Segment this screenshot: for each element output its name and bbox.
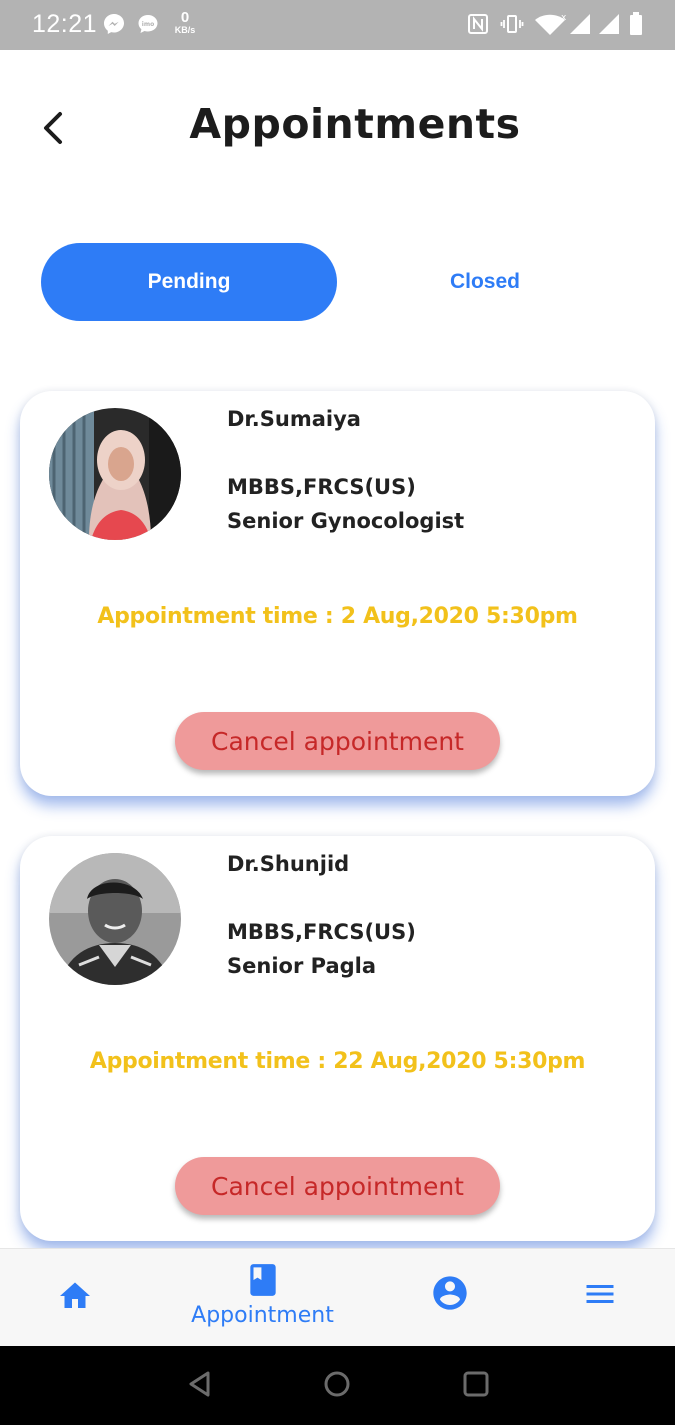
doctor-avatar bbox=[49, 853, 181, 985]
nav-home[interactable] bbox=[0, 1249, 150, 1347]
recents-nav-button[interactable] bbox=[460, 1368, 492, 1400]
wifi-icon: x bbox=[534, 12, 567, 36]
appointment-card: Dr.Shunjid MBBS,FRCS(US) Senior Pagla Ap… bbox=[20, 836, 655, 1241]
doctor-degree: MBBS,FRCS(US) bbox=[227, 475, 416, 499]
messenger-icon bbox=[102, 12, 126, 36]
appointments-screen: 12:21 imo 0 KB/s x Appointments Pending … bbox=[0, 0, 675, 1425]
square-recents-icon bbox=[463, 1371, 489, 1397]
vibrate-icon bbox=[500, 12, 524, 36]
doctor-name: Dr.Sumaiya bbox=[227, 407, 361, 431]
account-circle-icon bbox=[433, 1276, 467, 1310]
circle-home-icon bbox=[324, 1371, 350, 1397]
appointment-time: Appointment time : 2 Aug,2020 5:30pm bbox=[97, 604, 578, 629]
appointment-time: Appointment time : 22 Aug,2020 5:30pm bbox=[89, 1049, 586, 1074]
home-icon bbox=[60, 1282, 90, 1308]
back-nav-button[interactable] bbox=[184, 1368, 216, 1400]
menu-icon bbox=[586, 1285, 614, 1303]
triangle-back-icon bbox=[189, 1371, 210, 1397]
imo-icon: imo bbox=[136, 12, 160, 36]
net-speed: 0 KB/s bbox=[170, 10, 200, 35]
nav-profile[interactable] bbox=[375, 1249, 525, 1347]
book-icon bbox=[250, 1264, 276, 1296]
net-speed-unit: KB/s bbox=[174, 25, 196, 35]
nav-appointment[interactable]: Appointment bbox=[165, 1249, 360, 1347]
tab-closed-label: Closed bbox=[449, 270, 520, 293]
nfc-icon bbox=[466, 12, 490, 36]
nav-menu[interactable] bbox=[525, 1249, 675, 1347]
net-speed-value: 0 bbox=[180, 9, 190, 26]
appointment-card: Dr.Sumaiya MBBS,FRCS(US) Senior Gynocolo… bbox=[20, 391, 655, 796]
system-nav-bar bbox=[0, 1346, 675, 1425]
battery-icon bbox=[628, 12, 644, 36]
status-bar: 12:21 imo 0 KB/s x bbox=[0, 0, 675, 50]
cancel-appointment-button[interactable]: Cancel appointment bbox=[175, 712, 500, 770]
doctor-specialty: Senior Pagla bbox=[227, 954, 377, 978]
status-time: 12:21 bbox=[32, 10, 98, 38]
svg-text:imo: imo bbox=[142, 21, 154, 28]
cancel-appointment-button[interactable]: Cancel appointment bbox=[175, 1157, 500, 1215]
svg-text:x: x bbox=[561, 13, 566, 23]
page-title: Appointments bbox=[189, 100, 521, 148]
doctor-degree: MBBS,FRCS(US) bbox=[227, 920, 416, 944]
doctor-specialty: Senior Gynocologist bbox=[227, 509, 465, 533]
doctor-name: Dr.Shunjid bbox=[227, 852, 350, 876]
signal-icon bbox=[597, 12, 621, 36]
tab-closed[interactable]: Closed bbox=[337, 243, 633, 321]
doctor-avatar bbox=[49, 408, 181, 540]
tab-pending-label: Pending bbox=[147, 270, 231, 293]
signal-icon bbox=[568, 12, 592, 36]
bottom-nav: Appointment bbox=[0, 1248, 675, 1346]
tab-pending[interactable]: Pending bbox=[41, 243, 337, 321]
nav-appointment-label: Appointment bbox=[191, 1303, 334, 1328]
home-nav-button[interactable] bbox=[321, 1368, 353, 1400]
